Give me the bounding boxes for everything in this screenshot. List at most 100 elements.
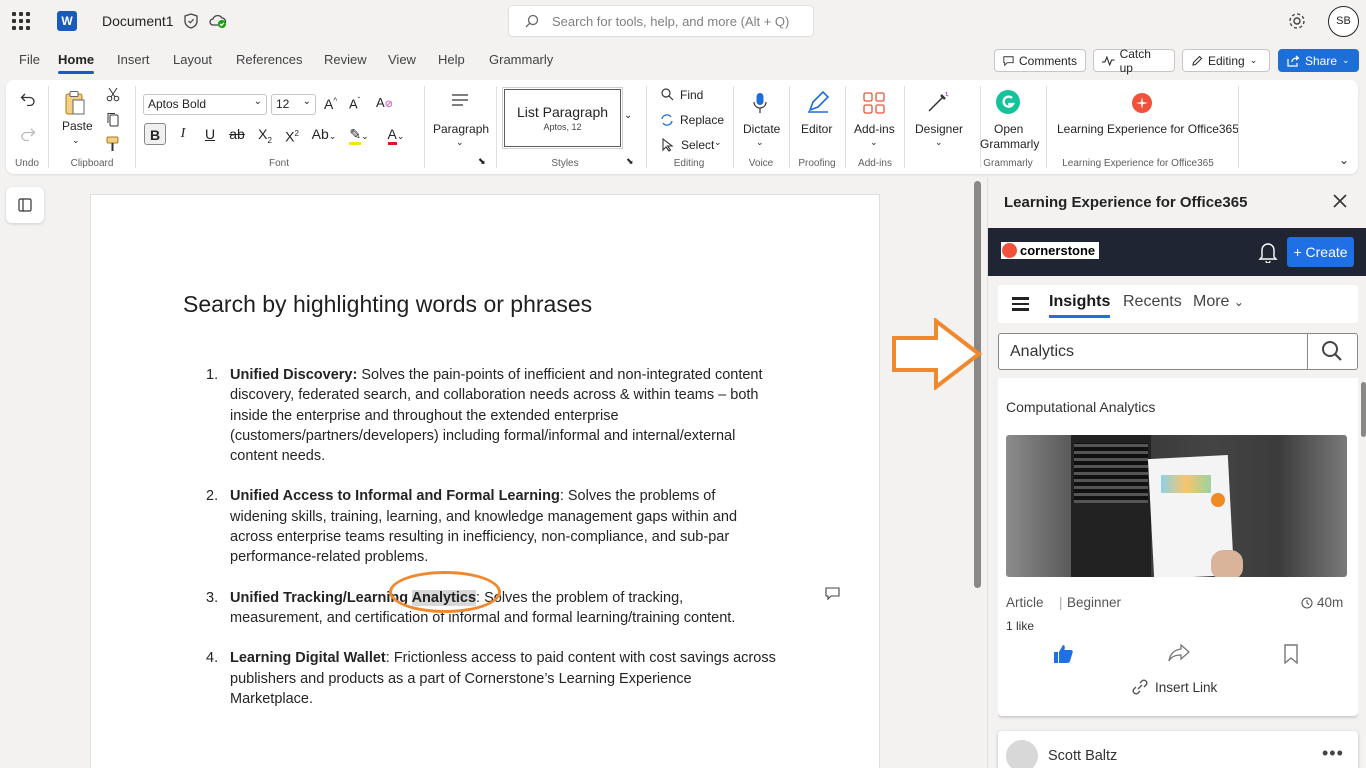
find-icon[interactable] bbox=[661, 88, 674, 101]
word-logo-icon[interactable]: W bbox=[57, 11, 77, 31]
tab-grammarly[interactable]: Grammarly bbox=[489, 52, 553, 67]
clear-formatting-icon[interactable]: A⊘ bbox=[376, 95, 393, 110]
replace-icon[interactable] bbox=[660, 113, 674, 127]
document-heading[interactable]: Search by highlighting words or phrases bbox=[183, 291, 592, 318]
cut-icon[interactable] bbox=[106, 87, 120, 102]
tab-home[interactable]: Home bbox=[58, 52, 95, 74]
find-label[interactable]: Find bbox=[680, 88, 703, 102]
redo-icon[interactable] bbox=[20, 127, 36, 141]
underline-button[interactable]: U bbox=[199, 123, 221, 145]
change-case-button[interactable]: Ab⌄ bbox=[309, 123, 339, 145]
search-icon[interactable] bbox=[1321, 340, 1343, 362]
tab-review[interactable]: Review bbox=[324, 52, 367, 67]
more-options-icon[interactable]: ••• bbox=[1322, 743, 1344, 764]
open-grammarly-label-1[interactable]: Open bbox=[994, 122, 1023, 136]
chevron-down-icon[interactable]: ⌄ bbox=[756, 137, 764, 148]
paste-label[interactable]: Paste bbox=[62, 119, 93, 133]
shrink-font-icon[interactable]: Aˇ bbox=[349, 96, 360, 111]
grow-font-icon[interactable]: A^ bbox=[324, 96, 337, 112]
add-ins-label[interactable]: Add-ins bbox=[854, 122, 895, 136]
superscript-button[interactable]: X2 bbox=[281, 123, 303, 145]
pane-search-value[interactable]: Analytics bbox=[1010, 343, 1074, 361]
hamburger-menu-icon[interactable] bbox=[1012, 297, 1029, 311]
bell-icon[interactable] bbox=[1258, 241, 1278, 263]
replace-label[interactable]: Replace bbox=[680, 113, 724, 127]
close-icon[interactable] bbox=[1333, 194, 1347, 208]
italic-button[interactable]: I bbox=[172, 123, 194, 145]
designer-wand-icon[interactable] bbox=[926, 90, 950, 114]
tab-help[interactable]: Help bbox=[438, 52, 465, 67]
editor-label[interactable]: Editor bbox=[801, 122, 832, 136]
document-name[interactable]: Document1 bbox=[102, 13, 174, 29]
styles-dialog-launcher-icon[interactable]: ⬊ bbox=[626, 156, 634, 167]
chevron-down-icon[interactable]: ⌄ bbox=[456, 137, 464, 148]
paragraph-dialog-launcher-icon[interactable]: ⬊ bbox=[478, 156, 486, 167]
subscript-button[interactable]: X2 bbox=[254, 123, 276, 145]
designer-label[interactable]: Designer bbox=[915, 122, 963, 136]
learning-experience-label[interactable]: Learning Experience for Office365 bbox=[1057, 122, 1239, 136]
tab-insert[interactable]: Insert bbox=[117, 52, 150, 67]
chevron-down-icon[interactable]: ⌄ bbox=[714, 137, 722, 148]
pane-scrollbar[interactable] bbox=[1361, 382, 1366, 437]
font-name-select[interactable]: Aptos Bold ⌄ bbox=[143, 94, 267, 115]
catch-up-button[interactable]: Catch up bbox=[1093, 47, 1175, 75]
tab-more[interactable]: More ⌄ bbox=[1193, 293, 1244, 311]
dictate-label[interactable]: Dictate bbox=[743, 122, 780, 136]
comment-marker-icon[interactable] bbox=[825, 587, 840, 601]
chevron-down-icon[interactable]: ⌄ bbox=[870, 137, 878, 148]
grammarly-logo-icon[interactable] bbox=[996, 90, 1020, 114]
result-card[interactable]: Computational Analytics Article | Beginn… bbox=[998, 378, 1358, 716]
create-button[interactable]: + Create bbox=[1287, 237, 1354, 267]
thumbs-up-icon[interactable] bbox=[1053, 644, 1074, 664]
tab-references[interactable]: References bbox=[236, 52, 302, 67]
paragraph-icon[interactable] bbox=[452, 94, 468, 108]
pane-search-input[interactable]: Analytics bbox=[998, 333, 1358, 370]
paste-icon[interactable] bbox=[64, 90, 86, 116]
ribbon-collapse-chevron-icon[interactable]: ⌄ bbox=[1339, 153, 1349, 167]
navigation-pane-button[interactable] bbox=[6, 187, 44, 223]
editing-mode-button[interactable]: Editing ⌄ bbox=[1182, 49, 1270, 72]
gear-icon[interactable] bbox=[1287, 11, 1307, 31]
tab-layout[interactable]: Layout bbox=[173, 52, 212, 67]
insert-link-button[interactable]: Insert Link bbox=[1131, 678, 1217, 696]
saved-cloud-icon[interactable] bbox=[209, 13, 227, 29]
search-input[interactable]: Search for tools, help, and more (Alt + … bbox=[508, 5, 814, 37]
share-arrow-icon[interactable] bbox=[1168, 644, 1190, 662]
undo-icon[interactable] bbox=[20, 92, 36, 106]
paragraph-label[interactable]: Paragraph bbox=[433, 122, 489, 136]
chevron-down-icon[interactable]: ⌄ bbox=[72, 135, 80, 146]
list-item[interactable]: 1. Unified Discovery: Solves the pain-po… bbox=[206, 365, 776, 466]
font-color-button[interactable]: A⌄ bbox=[381, 123, 411, 145]
tab-view[interactable]: View bbox=[388, 52, 416, 67]
chevron-down-icon[interactable]: ⌄ bbox=[935, 137, 943, 148]
styles-chevron-icon[interactable]: ⌄ bbox=[624, 110, 632, 121]
result-thumbnail[interactable] bbox=[1006, 435, 1347, 577]
cornerstone-logo[interactable]: cornerstone bbox=[1001, 242, 1100, 259]
microphone-icon[interactable] bbox=[753, 92, 767, 114]
font-size-select[interactable]: 12 ⌄ bbox=[271, 94, 316, 115]
app-launcher-icon[interactable] bbox=[12, 12, 30, 30]
format-painter-icon[interactable] bbox=[106, 136, 120, 152]
cornerstone-logo-icon[interactable] bbox=[1132, 93, 1152, 113]
copy-icon[interactable] bbox=[106, 112, 120, 127]
result-card[interactable]: Scott Baltz ••• bbox=[998, 731, 1358, 768]
tab-insights[interactable]: Insights bbox=[1049, 293, 1111, 318]
bookmark-icon[interactable] bbox=[1283, 644, 1299, 664]
comments-button[interactable]: Comments bbox=[994, 49, 1086, 72]
list-item[interactable]: 2. Unified Access to Informal and Formal… bbox=[206, 486, 776, 567]
editor-pen-icon[interactable] bbox=[806, 90, 830, 114]
add-ins-grid-icon[interactable] bbox=[863, 92, 885, 114]
tab-file[interactable]: File bbox=[19, 52, 40, 67]
bold-button[interactable]: B bbox=[144, 123, 166, 145]
select-cursor-icon[interactable] bbox=[662, 138, 674, 152]
list-item[interactable]: 4. Learning Digital Wallet: Frictionless… bbox=[206, 648, 776, 709]
open-grammarly-label-2[interactable]: Grammarly bbox=[980, 137, 1039, 151]
document-page[interactable]: Search by highlighting words or phrases … bbox=[90, 194, 880, 768]
tab-recents[interactable]: Recents bbox=[1123, 293, 1182, 311]
select-label[interactable]: Select bbox=[681, 138, 714, 152]
result-title[interactable]: Computational Analytics bbox=[1006, 399, 1155, 415]
shield-icon[interactable] bbox=[184, 13, 198, 29]
highlight-color-button[interactable]: ✎⌄ bbox=[344, 123, 374, 145]
strikethrough-button[interactable]: ab bbox=[226, 123, 248, 145]
style-gallery-item[interactable]: List Paragraph Aptos, 12 bbox=[502, 87, 623, 149]
